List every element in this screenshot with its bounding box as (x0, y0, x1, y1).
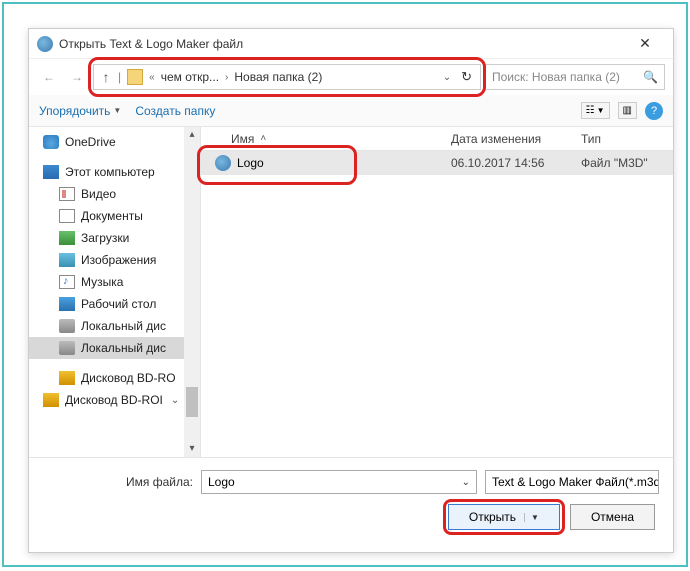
up-button[interactable]: ↑ (96, 69, 116, 85)
open-split-dropdown[interactable]: ▼ (524, 513, 539, 522)
new-folder-button[interactable]: Создать папку (135, 104, 215, 118)
search-placeholder: Поиск: Новая папка (2) (492, 70, 620, 84)
tree-onedrive[interactable]: OneDrive (29, 131, 200, 153)
bd-icon (59, 371, 75, 385)
desktop-icon (59, 297, 75, 311)
toolbar: Упорядочить ▼ Создать папку ☷ ▼ ▥ ? (29, 95, 673, 127)
scroll-thumb[interactable] (186, 387, 198, 417)
tree-video[interactable]: Видео (29, 183, 200, 205)
file-type: Файл "M3D" (581, 156, 673, 170)
breadcrumb-segment[interactable]: Новая папка (2) (230, 70, 326, 84)
bd-icon (43, 393, 59, 407)
search-icon: 🔍 (643, 70, 658, 84)
scroll-down-icon[interactable]: ▾ (184, 441, 200, 457)
titlebar: Открыть Text & Logo Maker файл ✕ (29, 29, 673, 59)
view-mode-button[interactable]: ☷ ▼ (581, 102, 610, 119)
col-modified[interactable]: Дата изменения (451, 132, 581, 146)
image-icon (59, 253, 75, 267)
tree-bd-drive[interactable]: Дисковод BD-ROI ⌄ (29, 389, 200, 411)
col-name[interactable]: Имя˄ (201, 132, 451, 146)
refresh-button[interactable]: ↻ (455, 69, 478, 85)
tree-scrollbar[interactable]: ▴ ▾ (184, 127, 200, 457)
filename-input[interactable]: Logo ⌄ (201, 470, 477, 494)
file-row[interactable]: Logo 06.10.2017 14:56 Файл "M3D" (201, 151, 673, 175)
navigation-tree: OneDrive Этот компьютер Видео Документы … (29, 127, 201, 457)
download-icon (59, 231, 75, 245)
nav-row: ← → ↑ | « чем откр... › Новая папка (2) … (29, 59, 673, 95)
open-button[interactable]: Открыть ▼ (448, 504, 560, 530)
pc-icon (43, 165, 59, 179)
video-icon (59, 187, 75, 201)
sort-asc-icon: ˄ (260, 133, 266, 144)
tree-bd-drive[interactable]: Дисковод BD-RO (29, 367, 200, 389)
open-file-dialog: Открыть Text & Logo Maker файл ✕ ← → ↑ |… (28, 28, 674, 553)
cloud-icon (43, 135, 59, 149)
address-bar[interactable]: ↑ | « чем откр... › Новая папка (2) ⌄ ↻ (93, 64, 481, 90)
column-headers: Имя˄ Дата изменения Тип (201, 127, 673, 151)
tree-disk-selected[interactable]: Локальный дис (29, 337, 200, 359)
chevron-down-icon[interactable]: ⌄ (462, 477, 470, 488)
tree-downloads[interactable]: Загрузки (29, 227, 200, 249)
tree-images[interactable]: Изображения (29, 249, 200, 271)
tree-documents[interactable]: Документы (29, 205, 200, 227)
breadcrumb-segment[interactable]: чем откр... (157, 70, 223, 84)
document-icon (59, 209, 75, 223)
folder-icon (127, 69, 143, 85)
tree-desktop[interactable]: Рабочий стол (29, 293, 200, 315)
chevron-icon[interactable]: « (147, 72, 157, 83)
help-button[interactable]: ? (645, 102, 663, 120)
disk-icon (59, 341, 75, 355)
tree-this-pc[interactable]: Этот компьютер (29, 161, 200, 183)
cancel-button[interactable]: Отмена (570, 504, 655, 530)
forward-button[interactable]: → (65, 65, 89, 89)
filename-label: Имя файла: (43, 475, 193, 489)
disk-icon (59, 319, 75, 333)
footer: Имя файла: Logo ⌄ Text & Logo Maker Файл… (29, 457, 673, 542)
tree-disk[interactable]: Локальный дис (29, 315, 200, 337)
close-button[interactable]: ✕ (625, 35, 665, 52)
file-icon (215, 155, 231, 171)
chevron-down-icon: ▼ (113, 106, 121, 115)
scroll-up-icon[interactable]: ▴ (184, 127, 200, 143)
file-list: Имя˄ Дата изменения Тип Logo 06.10.2017 … (201, 127, 673, 457)
filetype-filter[interactable]: Text & Logo Maker Файл(*.m3d ⌄ (485, 470, 659, 494)
tree-music[interactable]: Музыка (29, 271, 200, 293)
file-modified: 06.10.2017 14:56 (451, 156, 581, 170)
address-dropdown[interactable]: ⌄ (439, 72, 455, 83)
app-icon (37, 36, 53, 52)
chevron-down-icon: ⌄ (171, 395, 179, 406)
back-button[interactable]: ← (37, 65, 61, 89)
preview-pane-button[interactable]: ▥ (618, 102, 637, 119)
file-name: Logo (237, 156, 264, 170)
col-type[interactable]: Тип (581, 132, 673, 146)
chevron-right-icon: › (223, 72, 230, 83)
music-icon (59, 275, 75, 289)
window-title: Открыть Text & Logo Maker файл (59, 37, 625, 51)
search-input[interactable]: Поиск: Новая папка (2) 🔍 (485, 64, 665, 90)
organize-menu[interactable]: Упорядочить ▼ (39, 104, 121, 118)
